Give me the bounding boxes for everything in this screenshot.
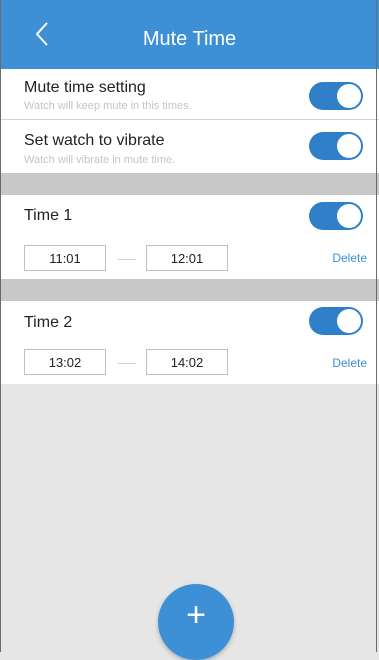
time-slot-1: Time 1 11:01 12:01 Delete [0, 195, 379, 279]
setting-description: Watch will keep mute in this times. [24, 100, 192, 112]
setting-vibrate: Set watch to vibrate Watch will vibrate … [0, 120, 379, 173]
toggle-knob [336, 133, 362, 159]
mute-time-toggle[interactable] [309, 82, 363, 110]
section-gap [0, 173, 379, 195]
time-1-end[interactable]: 12:01 [146, 245, 228, 271]
time-slot-2: Time 2 13:02 14:02 Delete [0, 301, 379, 384]
page-title: Mute Time [142, 28, 237, 50]
time-1-toggle[interactable] [309, 202, 363, 230]
time-2-toggle[interactable] [309, 307, 363, 335]
time-1-delete-button[interactable]: Delete [332, 251, 367, 265]
time-2-start[interactable]: 13:02 [24, 349, 106, 375]
range-dash [118, 259, 136, 260]
add-time-button[interactable]: + [158, 584, 234, 660]
range-dash [118, 363, 136, 364]
time-slot-label: Time 2 [24, 314, 73, 331]
plus-icon: + [186, 596, 206, 634]
time-2-delete-button[interactable]: Delete [332, 356, 367, 370]
setting-mute-time: Mute time setting Watch will keep mute i… [0, 69, 379, 119]
vibrate-toggle[interactable] [309, 132, 363, 160]
time-2-end[interactable]: 14:02 [146, 349, 228, 375]
toggle-knob [336, 83, 362, 109]
setting-label: Set watch to vibrate [24, 132, 165, 149]
setting-label: Mute time setting [24, 79, 146, 96]
section-gap [0, 279, 379, 301]
time-1-start[interactable]: 11:01 [24, 245, 106, 271]
setting-description: Watch will vibrate in mute time. [24, 154, 176, 166]
header-bar: Mute Time [0, 0, 379, 69]
toggle-knob [336, 203, 362, 229]
toggle-knob [336, 308, 362, 334]
time-slot-label: Time 1 [24, 207, 73, 224]
